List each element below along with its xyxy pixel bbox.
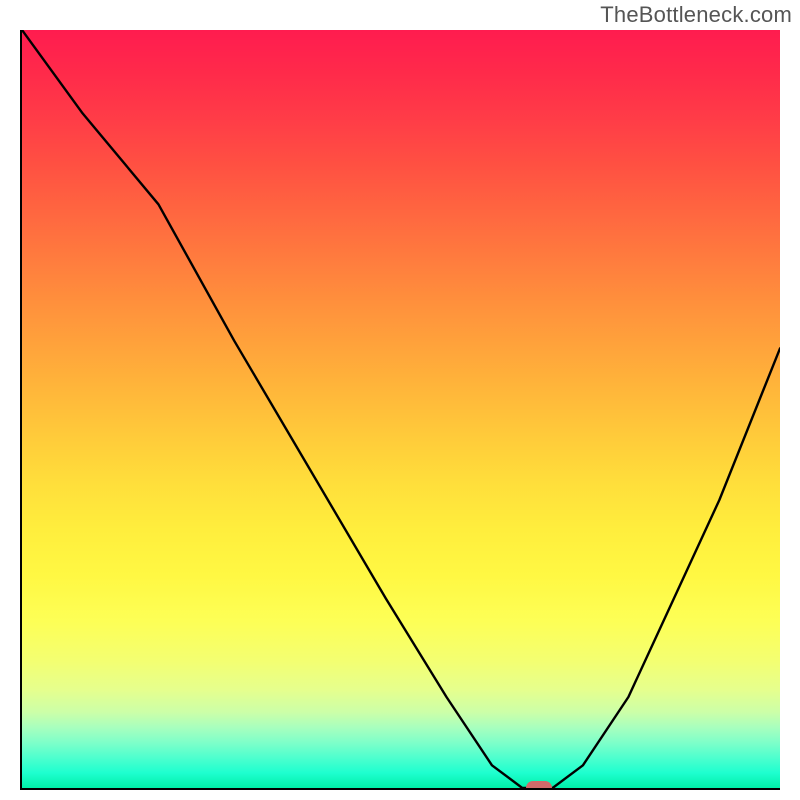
plot-area [20, 30, 780, 790]
optimal-marker [526, 781, 552, 790]
watermark-text: TheBottleneck.com [600, 2, 792, 28]
chart-canvas: TheBottleneck.com [0, 0, 800, 800]
bottleneck-curve [22, 30, 780, 788]
